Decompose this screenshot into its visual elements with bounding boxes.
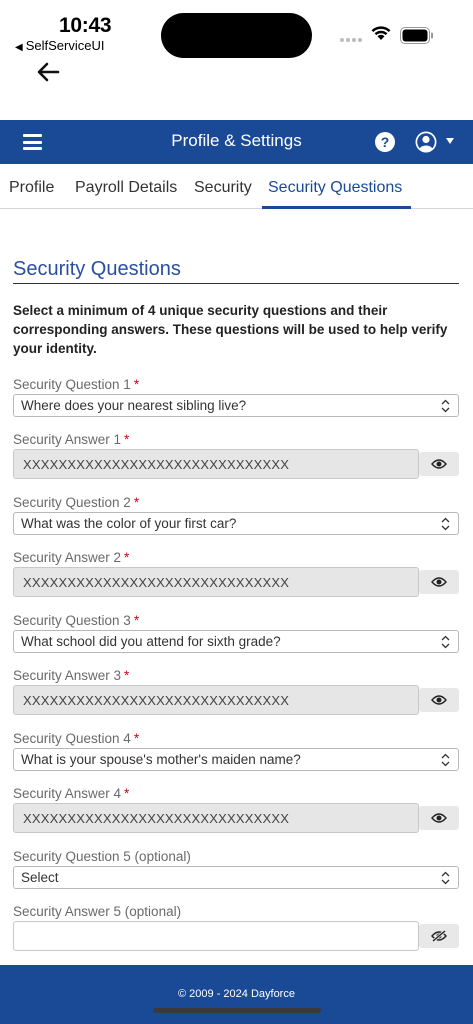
active-tab-indicator: [262, 206, 411, 209]
answer-3-label: Security Answer 3 *: [13, 668, 130, 683]
select-chevron-icon: [441, 399, 450, 413]
back-app-label: SelfServiceUI: [25, 38, 105, 53]
select-chevron-icon: [441, 517, 450, 531]
question-1-value: Where does your nearest sibling live?: [21, 398, 247, 413]
eye-icon: [431, 459, 447, 469]
answer-1-input[interactable]: XXXXXXXXXXXXXXXXXXXXXXXXXXXXXX: [13, 449, 419, 479]
required-marker: *: [133, 495, 140, 510]
question-4-label: Security Question 4 *: [13, 731, 140, 746]
instructions-text: Select a minimum of 4 unique security qu…: [13, 303, 448, 356]
back-triangle-icon: ◀: [15, 42, 23, 53]
cellular-signal-icon: [340, 38, 362, 44]
answer-1-label: Security Answer 1 *: [13, 432, 130, 447]
question-3-value: What school did you attend for sixth gra…: [21, 634, 281, 649]
show-answer-1-button[interactable]: [419, 452, 459, 476]
battery-icon: [400, 27, 433, 44]
section-divider: [13, 283, 459, 284]
required-marker: *: [133, 613, 140, 628]
tab-profile[interactable]: Profile: [9, 179, 54, 197]
answer-2-value: XXXXXXXXXXXXXXXXXXXXXXXXXXXXXX: [23, 575, 290, 590]
required-marker: *: [124, 550, 130, 565]
back-to-app-link[interactable]: ◀ SelfServiceUI: [15, 38, 104, 53]
eye-icon: [431, 695, 447, 705]
home-indicator[interactable]: [153, 1008, 321, 1013]
question-2-label: Security Question 2 *: [13, 495, 140, 510]
required-marker: *: [124, 668, 130, 683]
section-title: Security Questions: [13, 258, 181, 280]
question-1-label: Security Question 1 *: [13, 377, 140, 392]
answer-4-value: XXXXXXXXXXXXXXXXXXXXXXXXXXXXXX: [23, 811, 290, 826]
dynamic-island: [161, 13, 312, 58]
wifi-icon: [371, 26, 391, 40]
question-3-select[interactable]: What school did you attend for sixth gra…: [13, 630, 459, 653]
eye-icon: [431, 813, 447, 823]
copyright-text: © 2009 - 2024 Dayforce: [178, 988, 295, 1000]
answer-1-value: XXXXXXXXXXXXXXXXXXXXXXXXXXXXXX: [23, 457, 290, 472]
page-title: Profile & Settings: [171, 131, 302, 150]
answer-3-value: XXXXXXXXXXXXXXXXXXXXXXXXXXXXXX: [23, 693, 290, 708]
question-5-value: Select: [21, 870, 59, 885]
question-4-select[interactable]: What is your spouse's mother's maiden na…: [13, 748, 459, 771]
page-footer: © 2009 - 2024 Dayforce: [0, 965, 473, 1024]
help-icon[interactable]: ?: [375, 132, 395, 152]
answer-2-label: Security Answer 2 *: [13, 550, 130, 565]
show-answer-4-button[interactable]: [419, 806, 459, 830]
answer-2-input[interactable]: XXXXXXXXXXXXXXXXXXXXXXXXXXXXXX: [13, 567, 419, 597]
question-5-label: Security Question 5 (optional): [13, 849, 191, 864]
question-4-value: What is your spouse's mother's maiden na…: [21, 752, 301, 767]
show-answer-3-button[interactable]: [419, 688, 459, 712]
question-3-label: Security Question 3 *: [13, 613, 140, 628]
show-answer-5-button[interactable]: [419, 924, 459, 948]
eye-slash-icon: [431, 930, 447, 942]
show-answer-2-button[interactable]: [419, 570, 459, 594]
required-marker: *: [133, 377, 140, 392]
app-header: Profile & Settings ?: [0, 120, 473, 164]
answer-5-input[interactable]: [13, 921, 419, 951]
answer-3-input[interactable]: XXXXXXXXXXXXXXXXXXXXXXXXXXXXXX: [13, 685, 419, 715]
select-chevron-icon: [441, 871, 450, 885]
required-marker: *: [124, 786, 130, 801]
required-marker: *: [133, 731, 140, 746]
select-chevron-icon: [441, 753, 450, 767]
required-marker: *: [124, 432, 130, 447]
select-chevron-icon: [441, 635, 450, 649]
question-2-select[interactable]: What was the color of your first car?: [13, 512, 459, 535]
question-5-select[interactable]: Select: [13, 866, 459, 889]
status-bar: 10:43 ◀ SelfServiceUI: [0, 0, 473, 60]
tab-bar: Profile Payroll Details Security Securit…: [0, 164, 473, 209]
answer-4-label: Security Answer 4 *: [13, 786, 130, 801]
eye-icon: [431, 577, 447, 587]
status-time: 10:43: [59, 14, 112, 37]
answer-5-label: Security Answer 5 (optional): [13, 904, 182, 919]
answer-4-input[interactable]: XXXXXXXXXXXXXXXXXXXXXXXXXXXXXX: [13, 803, 419, 833]
tab-payroll-details[interactable]: Payroll Details: [75, 179, 177, 197]
question-1-select[interactable]: Where does your nearest sibling live?: [13, 394, 459, 417]
tab-security[interactable]: Security: [194, 179, 252, 197]
user-avatar-icon[interactable]: [414, 130, 438, 154]
back-arrow-icon[interactable]: [35, 60, 61, 84]
chevron-down-icon[interactable]: [446, 138, 454, 144]
screen: 10:43 ◀ SelfServiceUI Profile & Settings …: [0, 0, 473, 1024]
tab-security-questions[interactable]: Security Questions: [268, 179, 402, 197]
question-2-value: What was the color of your first car?: [21, 516, 237, 531]
